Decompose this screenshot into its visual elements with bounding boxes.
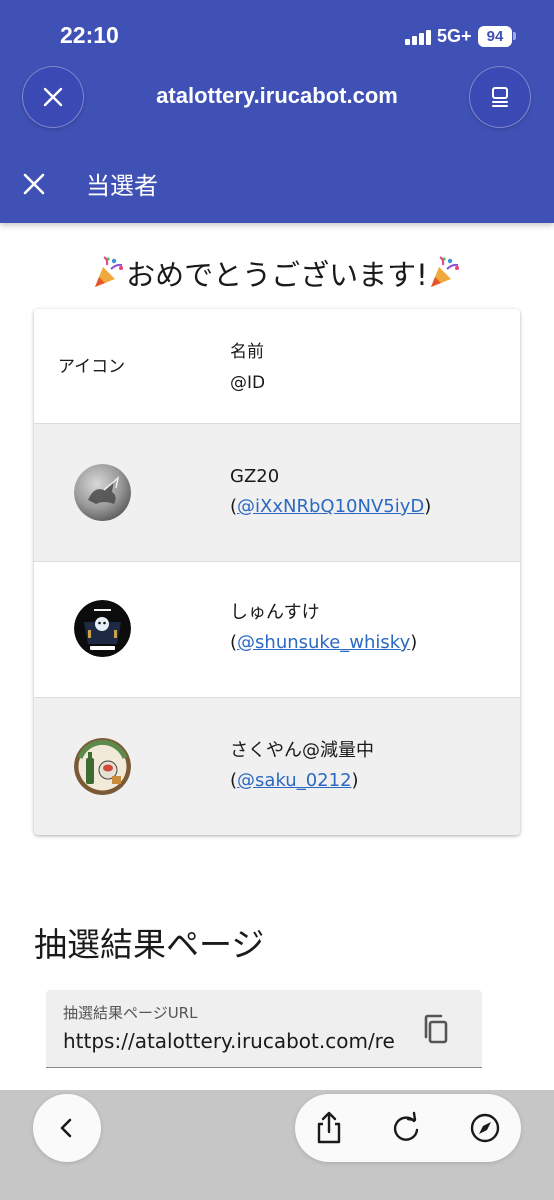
party-popper-icon: [430, 256, 459, 287]
paren-close: ): [424, 496, 432, 517]
battery-tip: [513, 32, 516, 40]
table-header: アイコン 名前 @ID: [34, 309, 520, 423]
avatar: [74, 600, 131, 657]
header-icon-column: アイコン: [58, 357, 126, 377]
paren-close: ): [410, 632, 418, 653]
avatar: [74, 464, 131, 521]
browser-toolbar: atalottery.irucabot.com: [0, 66, 554, 128]
chevron-left-icon: [60, 1118, 72, 1138]
congrats-text: おめでとうございます!: [126, 258, 428, 292]
result-url-value[interactable]: https://atalottery.irucabot.com/re: [63, 1029, 399, 1053]
copy-icon[interactable]: [419, 1012, 455, 1048]
winner-id-line: (@iXxNRbQ10NV5iyD): [230, 492, 431, 522]
winner-id-link[interactable]: @shunsuke_whisky: [237, 632, 410, 653]
table-row: しゅんすけ (@shunsuke_whisky): [34, 561, 520, 697]
winner-cell: しゅんすけ (@shunsuke_whisky): [230, 598, 417, 658]
browser-actions: [295, 1094, 521, 1162]
winner-name: GZ20: [230, 466, 280, 487]
winner-id-link[interactable]: @iXxNRbQ10NV5iyD: [237, 496, 424, 517]
section-title: 抽選結果ページ: [34, 925, 265, 964]
silver-griffin-avatar: [74, 464, 131, 521]
party-popper-icon: [95, 256, 124, 287]
winners-table: アイコン 名前 @ID GZ20 (@iXxNRbQ10NV5iyD) しゅんす…: [34, 309, 520, 835]
header-id-label: @ID: [230, 373, 266, 393]
browser-bottom-toolbar: [0, 1090, 554, 1200]
reload-icon[interactable]: [388, 1110, 424, 1146]
winner-cell: さくやん@減量中 (@saku_0212): [230, 736, 374, 796]
back-button[interactable]: [33, 1094, 101, 1162]
page-title: 当選者: [86, 172, 158, 200]
whisky-illustration-avatar: [74, 738, 131, 795]
dark-bar-logo-avatar: [74, 600, 131, 657]
share-icon[interactable]: [311, 1110, 347, 1146]
congrats-heading: おめでとうございます!: [0, 252, 554, 294]
paren-close: ): [351, 770, 359, 791]
result-url-field[interactable]: 抽選結果ページURL https://atalottery.irucabot.c…: [46, 990, 482, 1068]
winner-id-link[interactable]: @saku_0212: [237, 770, 352, 791]
app-header: 当選者: [0, 160, 554, 210]
header-name-label: 名前: [230, 342, 264, 362]
paren-open: (: [230, 496, 238, 517]
network-type: 5G+: [437, 26, 472, 46]
close-icon[interactable]: [20, 170, 48, 198]
winner-name: しゅんすけ: [230, 602, 320, 623]
winner-name: さくやん@減量中: [230, 740, 374, 761]
battery-indicator: 94: [478, 26, 512, 47]
avatar: [74, 738, 131, 795]
header-name-column: 名前 @ID: [230, 337, 265, 399]
table-row: GZ20 (@iXxNRbQ10NV5iyD): [34, 423, 520, 561]
top-app-bar: 22:10 5G+ 94 atalottery.irucabot.com 当選者: [0, 0, 554, 223]
result-url-label: 抽選結果ページURL: [63, 1004, 198, 1022]
paren-open: (: [230, 632, 238, 653]
signal-strength-icon: [405, 29, 433, 45]
winner-cell: GZ20 (@iXxNRbQ10NV5iyD): [230, 462, 431, 522]
status-bar: 22:10 5G+ 94: [0, 0, 554, 70]
table-row: さくやん@減量中 (@saku_0212): [34, 697, 520, 835]
winner-id-line: (@saku_0212): [230, 766, 374, 796]
status-time: 22:10: [60, 22, 119, 48]
compass-icon[interactable]: [467, 1110, 503, 1146]
browser-menu-button[interactable]: [469, 66, 531, 128]
reader-menu-icon: [492, 87, 508, 107]
paren-open: (: [230, 770, 238, 791]
winner-id-line: (@shunsuke_whisky): [230, 628, 417, 658]
